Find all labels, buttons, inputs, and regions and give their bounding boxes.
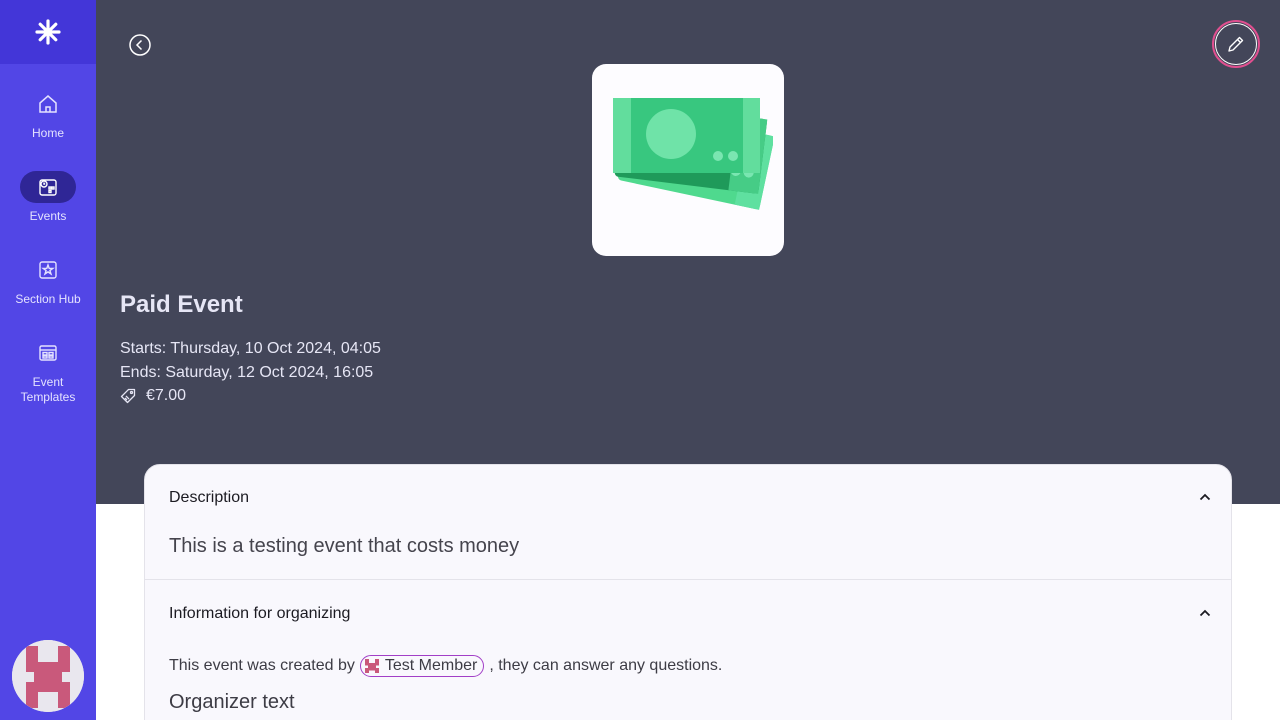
edit-button[interactable] [1212,20,1260,68]
event-title: Paid Event [120,291,243,318]
sidebar-item-label: Event Templates [20,375,76,404]
home-icon [39,95,57,113]
sidebar-item-label: Section Hub [15,292,81,306]
back-button[interactable] [128,33,152,57]
template-icon [39,345,57,361]
created-by-line: This event was created by Test Member , … [169,655,722,677]
events-icon [39,179,57,196]
user-avatar-icon [12,640,84,712]
description-header[interactable]: Description [169,489,249,507]
chevron-up-icon[interactable] [1197,605,1213,621]
sidebar: Home Events Section Hub Event Templates [0,0,96,720]
event-end-time: Ends: Saturday, 12 Oct 2024, 16:05 [120,364,374,381]
section-divider [145,579,1231,580]
sidebar-item-label: Home [31,126,64,140]
description-text: This is a testing event that costs money [169,535,520,557]
chevron-up-icon[interactable] [1197,489,1213,505]
created-suffix: , they can answer any questions. [489,657,723,674]
event-price: €7.00 [120,387,186,405]
price-tag-icon [120,388,136,404]
sidebar-item-home[interactable]: Home [0,88,96,141]
section-hub-icon [39,261,57,279]
organizer-text: Organizer text [169,691,295,713]
pencil-icon [1228,36,1244,52]
organizing-header[interactable]: Information for organizing [169,605,350,623]
member-name: Test Member [384,657,478,674]
app-logo[interactable] [0,0,96,64]
created-prefix: This event was created by [169,657,355,674]
member-avatar-icon [364,659,379,673]
sidebar-item-event-templates[interactable]: Event Templates [0,337,96,405]
money-bills-icon [613,98,773,210]
back-arrow-icon [129,34,151,56]
asterisk-icon [35,19,61,45]
event-start-time: Starts: Thursday, 10 Oct 2024, 04:05 [120,340,381,357]
sidebar-item-events[interactable]: Events [0,171,96,224]
price-value: €7.00 [146,387,187,404]
sidebar-item-section-hub[interactable]: Section Hub [0,254,96,307]
event-details-card: Description This is a testing event that… [144,464,1232,720]
member-chip[interactable]: Test Member [359,655,485,677]
avatar[interactable] [12,640,84,712]
event-image [592,64,784,256]
sidebar-item-label: Events [29,209,67,223]
